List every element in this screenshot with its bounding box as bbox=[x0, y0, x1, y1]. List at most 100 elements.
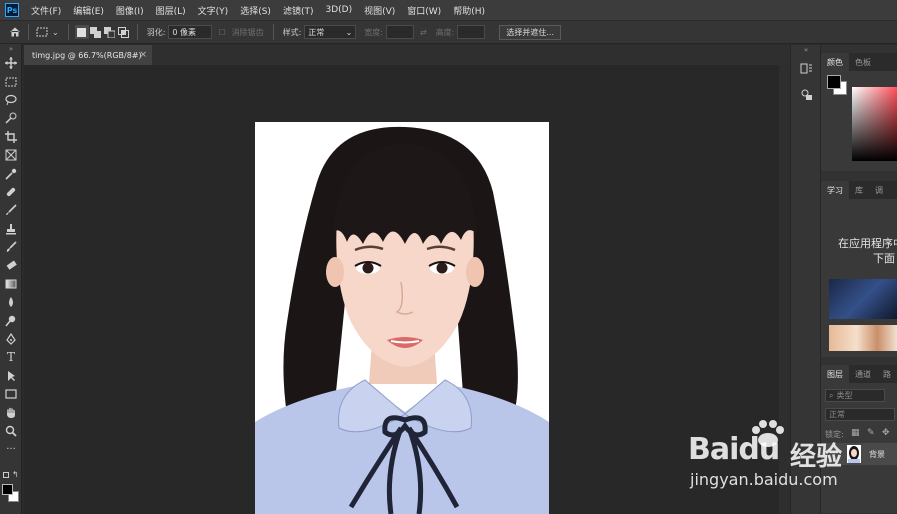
layer-filter[interactable]: ⌕ 类型 bbox=[825, 389, 885, 402]
lock-brush-icon[interactable]: ✎ bbox=[867, 428, 875, 438]
properties-panel-icon[interactable] bbox=[791, 81, 821, 107]
tab-paths[interactable]: 路 bbox=[877, 369, 897, 380]
eyedropper-tool-icon[interactable] bbox=[0, 164, 22, 182]
tab-learn[interactable]: 学习 bbox=[821, 181, 849, 199]
style-label: 样式: bbox=[282, 27, 302, 37]
style-select[interactable]: 正常 ⌄ bbox=[304, 25, 357, 39]
feather-label: 羽化: bbox=[146, 27, 166, 37]
lasso-tool-icon[interactable] bbox=[0, 91, 22, 109]
move-tool-icon[interactable] bbox=[0, 54, 22, 72]
menu-3d[interactable]: 3D(D) bbox=[319, 5, 358, 15]
document-tab-bar: timg.jpg @ 66.7%(RGB/8#) × bbox=[24, 45, 790, 65]
healing-brush-tool-icon[interactable] bbox=[0, 183, 22, 201]
default-colors-icon[interactable] bbox=[3, 472, 9, 478]
layer-name: 背景 bbox=[869, 450, 885, 459]
rectangle-tool-icon[interactable] bbox=[0, 385, 22, 403]
width-label: 宽度: bbox=[364, 27, 383, 37]
swap-colors-icon[interactable]: ↰ bbox=[12, 470, 19, 479]
close-icon[interactable]: × bbox=[139, 50, 147, 60]
blend-mode-select[interactable]: 正常 bbox=[825, 408, 895, 421]
photoshop-logo: Ps bbox=[5, 3, 19, 17]
menu-edit[interactable]: 编辑(E) bbox=[67, 4, 110, 17]
history-panel-icon[interactable] bbox=[791, 55, 821, 81]
color-panel bbox=[821, 71, 897, 171]
crop-tool-icon[interactable] bbox=[0, 128, 22, 146]
tab-channels[interactable]: 通道 bbox=[849, 369, 877, 380]
chevron-down-icon[interactable]: ⌄ bbox=[52, 28, 59, 37]
toolbox-collapse-icon[interactable]: » bbox=[0, 44, 22, 54]
height-label: 高度: bbox=[435, 27, 455, 37]
dock-collapse-icon[interactable]: « bbox=[791, 45, 821, 55]
select-and-mask-button[interactable]: 选择并遮住... bbox=[499, 24, 562, 40]
tutorial-thumbnail[interactable] bbox=[829, 325, 897, 351]
menu-select[interactable]: 选择(S) bbox=[234, 4, 277, 17]
watermark-url: jingyan.baidu.com bbox=[690, 470, 838, 489]
frame-tool-icon[interactable] bbox=[0, 146, 22, 164]
document-tab[interactable]: timg.jpg @ 66.7%(RGB/8#) × bbox=[24, 45, 152, 65]
new-selection-icon[interactable] bbox=[74, 25, 89, 39]
type-tool-icon[interactable]: T bbox=[0, 348, 22, 366]
add-selection-icon[interactable] bbox=[89, 25, 103, 39]
menu-view[interactable]: 视图(V) bbox=[358, 4, 401, 17]
learn-panel: 在应用程序中 下面 bbox=[821, 199, 897, 357]
watermark-cn: 经验 bbox=[790, 442, 843, 472]
menu-help[interactable]: 帮助(H) bbox=[447, 4, 491, 17]
tab-swatches[interactable]: 色板 bbox=[849, 57, 877, 68]
feather-input[interactable]: 0 像素 bbox=[168, 25, 213, 39]
layer-thumbnail bbox=[847, 445, 861, 463]
color-spectrum[interactable] bbox=[852, 87, 897, 161]
history-brush-tool-icon[interactable] bbox=[0, 238, 22, 256]
tab-libraries[interactable]: 库 bbox=[849, 185, 869, 196]
clone-stamp-tool-icon[interactable] bbox=[0, 220, 22, 238]
antialias-label: 消除锯齿 bbox=[231, 27, 264, 37]
learn-text-2: 下面 bbox=[873, 252, 895, 265]
menu-filter[interactable]: 滤镜(T) bbox=[277, 4, 320, 17]
height-input[interactable] bbox=[457, 25, 486, 39]
foreground-color-swatch[interactable] bbox=[2, 484, 13, 495]
gradient-tool-icon[interactable] bbox=[0, 275, 22, 293]
path-selection-tool-icon[interactable] bbox=[0, 367, 22, 385]
hand-tool-icon[interactable] bbox=[0, 403, 22, 421]
toolbox: » T ··· ↰ bbox=[0, 44, 22, 514]
menu-type[interactable]: 文字(Y) bbox=[192, 4, 235, 17]
tutorial-thumbnail[interactable] bbox=[829, 279, 897, 319]
lock-pixels-icon[interactable]: ▦ bbox=[851, 428, 860, 438]
layers-panel-tabs: 图层 通道 路 bbox=[821, 365, 897, 383]
chevron-down-icon: ⌄ bbox=[345, 27, 353, 37]
brush-tool-icon[interactable] bbox=[0, 201, 22, 219]
blur-tool-icon[interactable] bbox=[0, 293, 22, 311]
menu-image[interactable]: 图像(I) bbox=[110, 4, 150, 17]
options-bar: ⌄ 羽化: 0 像素 ☐ 消除锯齿 样式: 正常 ⌄ 宽度: ⇄ 高度: 选择并遮… bbox=[0, 20, 897, 44]
subtract-selection-icon[interactable] bbox=[103, 25, 117, 39]
eraser-tool-icon[interactable] bbox=[0, 256, 22, 274]
more-tools-icon[interactable]: ··· bbox=[0, 440, 22, 458]
tab-adjustments[interactable]: 调 bbox=[869, 185, 889, 196]
marquee-tool-icon[interactable] bbox=[0, 72, 22, 90]
intersect-selection-icon[interactable] bbox=[117, 25, 131, 39]
menu-layer[interactable]: 图层(L) bbox=[150, 4, 192, 17]
tab-color[interactable]: 颜色 bbox=[821, 53, 849, 71]
color-panel-foreground-swatch[interactable] bbox=[827, 75, 841, 89]
layer-filter-placeholder: 类型 bbox=[836, 391, 853, 400]
dodge-tool-icon[interactable] bbox=[0, 311, 22, 329]
menu-bar: Ps 文件(F) 编辑(E) 图像(I) 图层(L) 文字(Y) 选择(S) 滤… bbox=[0, 0, 897, 20]
lock-move-icon[interactable]: ✥ bbox=[882, 428, 890, 438]
pen-tool-icon[interactable] bbox=[0, 330, 22, 348]
width-input[interactable] bbox=[385, 25, 414, 39]
menu-window[interactable]: 窗口(W) bbox=[401, 4, 447, 17]
learn-panel-tabs: 学习 库 调 bbox=[821, 181, 897, 199]
marquee-tool-preset-icon[interactable] bbox=[35, 25, 49, 39]
swap-icon[interactable]: ⇄ bbox=[420, 28, 427, 37]
paw-icon bbox=[748, 418, 788, 448]
menu-file[interactable]: 文件(F) bbox=[25, 4, 67, 17]
home-icon[interactable] bbox=[8, 25, 22, 39]
portrait-photo bbox=[255, 126, 549, 514]
learn-text: 在应用程序中 bbox=[838, 237, 897, 250]
document-image[interactable] bbox=[255, 122, 549, 514]
tab-layers[interactable]: 图层 bbox=[821, 365, 849, 383]
zoom-tool-icon[interactable] bbox=[0, 422, 22, 440]
color-panel-tabs: 颜色 色板 bbox=[821, 53, 897, 71]
search-icon: ⌕ bbox=[829, 390, 834, 400]
quick-selection-tool-icon[interactable] bbox=[0, 109, 22, 127]
antialias-checkbox[interactable]: ☐ bbox=[218, 28, 225, 37]
